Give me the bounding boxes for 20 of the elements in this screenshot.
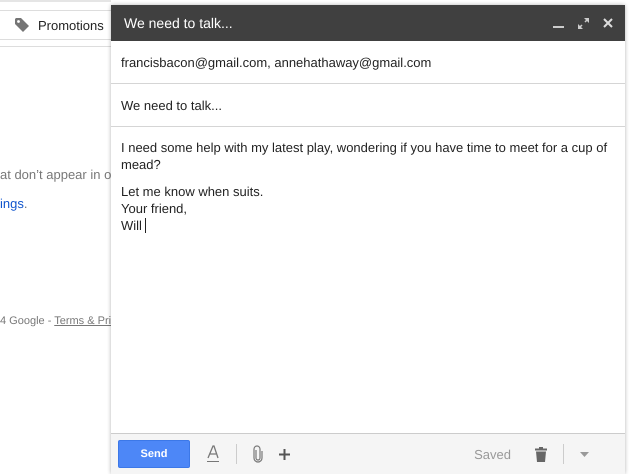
settings-link[interactable]: ings xyxy=(0,196,24,211)
period-text: . xyxy=(24,196,28,211)
close-icon[interactable] xyxy=(603,18,613,28)
expand-icon[interactable] xyxy=(578,18,589,28)
notice-text: at don’t appear in o xyxy=(0,167,111,182)
message-paragraph: Let me know when suits. Your friend, Will xyxy=(121,183,264,234)
text-cursor xyxy=(144,218,146,233)
saved-status: Saved xyxy=(474,446,511,462)
plus-icon[interactable] xyxy=(279,448,290,460)
terms-link[interactable]: Terms & Pri xyxy=(54,315,111,327)
dropdown-caret-icon[interactable] xyxy=(580,452,589,456)
copyright-text: 4 Google - xyxy=(0,315,52,327)
recipients-field[interactable]: francisbacon@gmail.com, annehathaway@gmail.com xyxy=(111,41,625,84)
trash-icon[interactable] xyxy=(535,446,547,462)
subject-field[interactable]: We need to talk... xyxy=(111,84,625,127)
tag-icon xyxy=(14,17,30,33)
paperclip-icon[interactable] xyxy=(253,445,263,463)
text-format-icon[interactable] xyxy=(206,445,220,463)
message-paragraph: I need some help with my latest play, wondering if you have time to meet for a cup of mead? xyxy=(121,139,608,173)
compose-title: We need to talk... xyxy=(124,15,234,31)
